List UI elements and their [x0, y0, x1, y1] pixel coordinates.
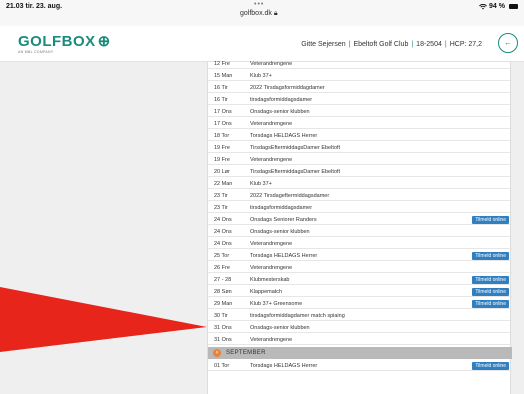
annotation-arrow [0, 287, 207, 352]
